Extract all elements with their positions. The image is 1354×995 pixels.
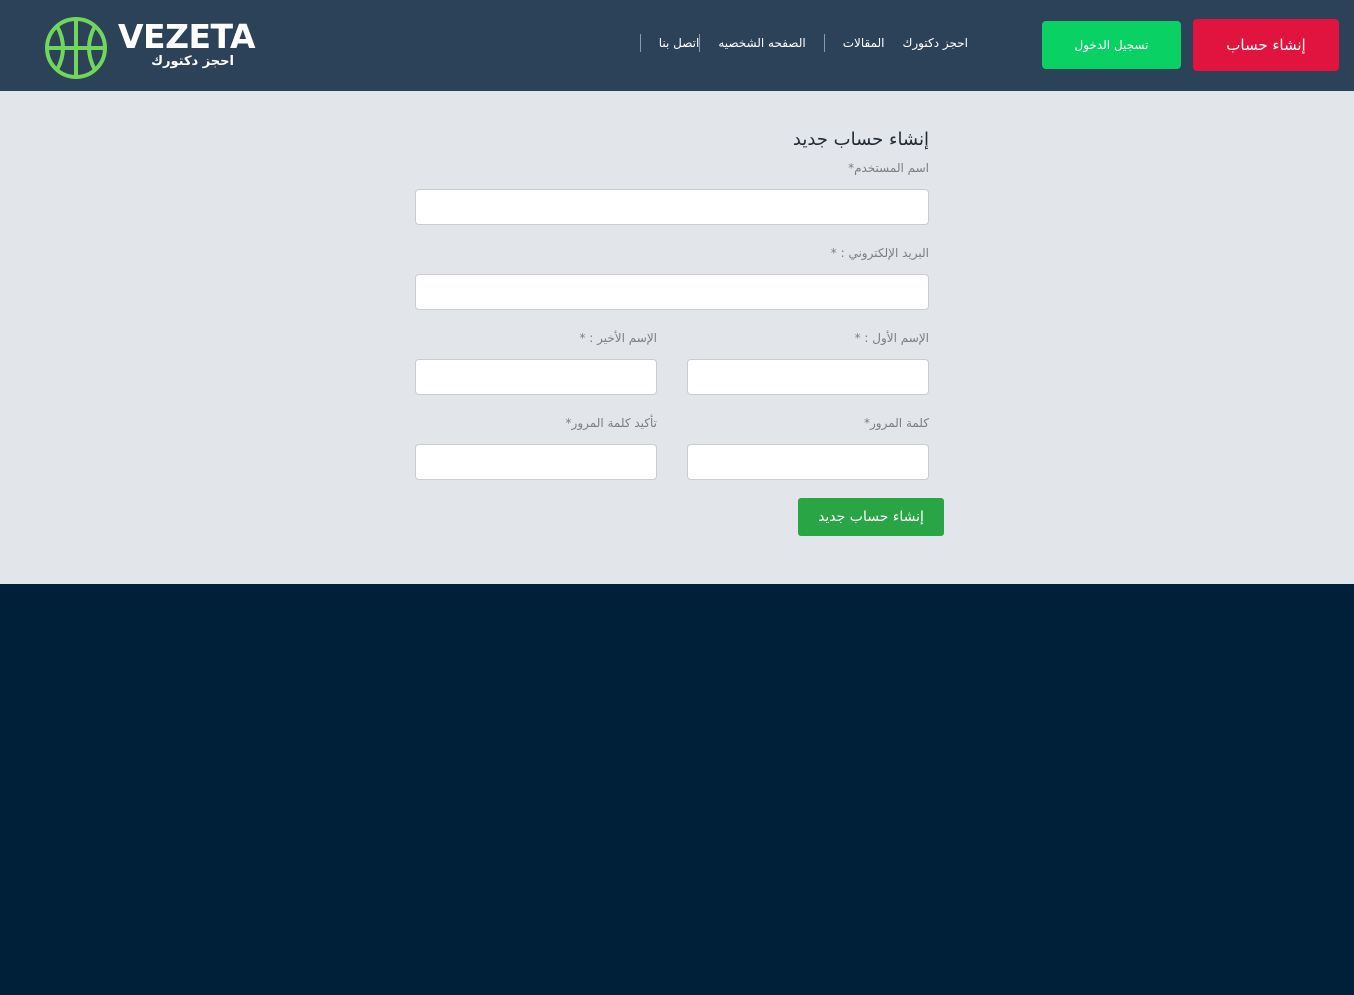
email-field[interactable] xyxy=(415,274,929,310)
create-account-button[interactable]: إنشاء حساب جديد xyxy=(798,498,944,536)
last-name-label: الإسم الأخير : * xyxy=(579,331,657,345)
basketball-icon xyxy=(45,17,107,79)
main-content: إنشاء حساب جديد اسم المستخدم* البريد الإ… xyxy=(0,91,1354,584)
confirm-password-field[interactable] xyxy=(415,444,657,480)
nav-book-doctor[interactable]: احجز دكتورك xyxy=(903,34,987,52)
username-label: اسم المستخدم* xyxy=(848,161,929,175)
email-label: البريد الإلكتروني : * xyxy=(830,246,929,260)
form-title: إنشاء حساب جديد xyxy=(792,129,929,150)
password-field[interactable] xyxy=(687,444,929,480)
first-name-field[interactable] xyxy=(687,359,929,395)
login-button[interactable]: تسجيل الدخول xyxy=(1042,21,1181,69)
nav-profile[interactable]: الصفحه الشخصيه xyxy=(699,34,823,52)
site-header: VEZETA احجز دكتورك اتصل بنا الصفحه الشخص… xyxy=(0,0,1354,91)
main-nav: اتصل بنا الصفحه الشخصيه المقالات احجز دك… xyxy=(639,34,987,52)
site-logo[interactable]: VEZETA احجز دكتورك xyxy=(44,16,256,82)
site-footer xyxy=(0,584,1354,995)
nav-contact[interactable]: اتصل بنا xyxy=(639,34,699,52)
logo-subtitle: احجز دكتورك xyxy=(151,54,234,69)
last-name-field[interactable] xyxy=(415,359,657,395)
first-name-label: الإسم الأول : * xyxy=(854,331,929,345)
logo-wordmark: VEZETA xyxy=(118,17,256,56)
register-button[interactable]: إنشاء حساب xyxy=(1193,19,1339,71)
password-label: كلمة المرور* xyxy=(863,416,929,430)
confirm-password-label: تأكيد كلمة المرور* xyxy=(565,416,657,430)
nav-articles[interactable]: المقالات xyxy=(823,34,903,52)
username-field[interactable] xyxy=(415,189,929,225)
